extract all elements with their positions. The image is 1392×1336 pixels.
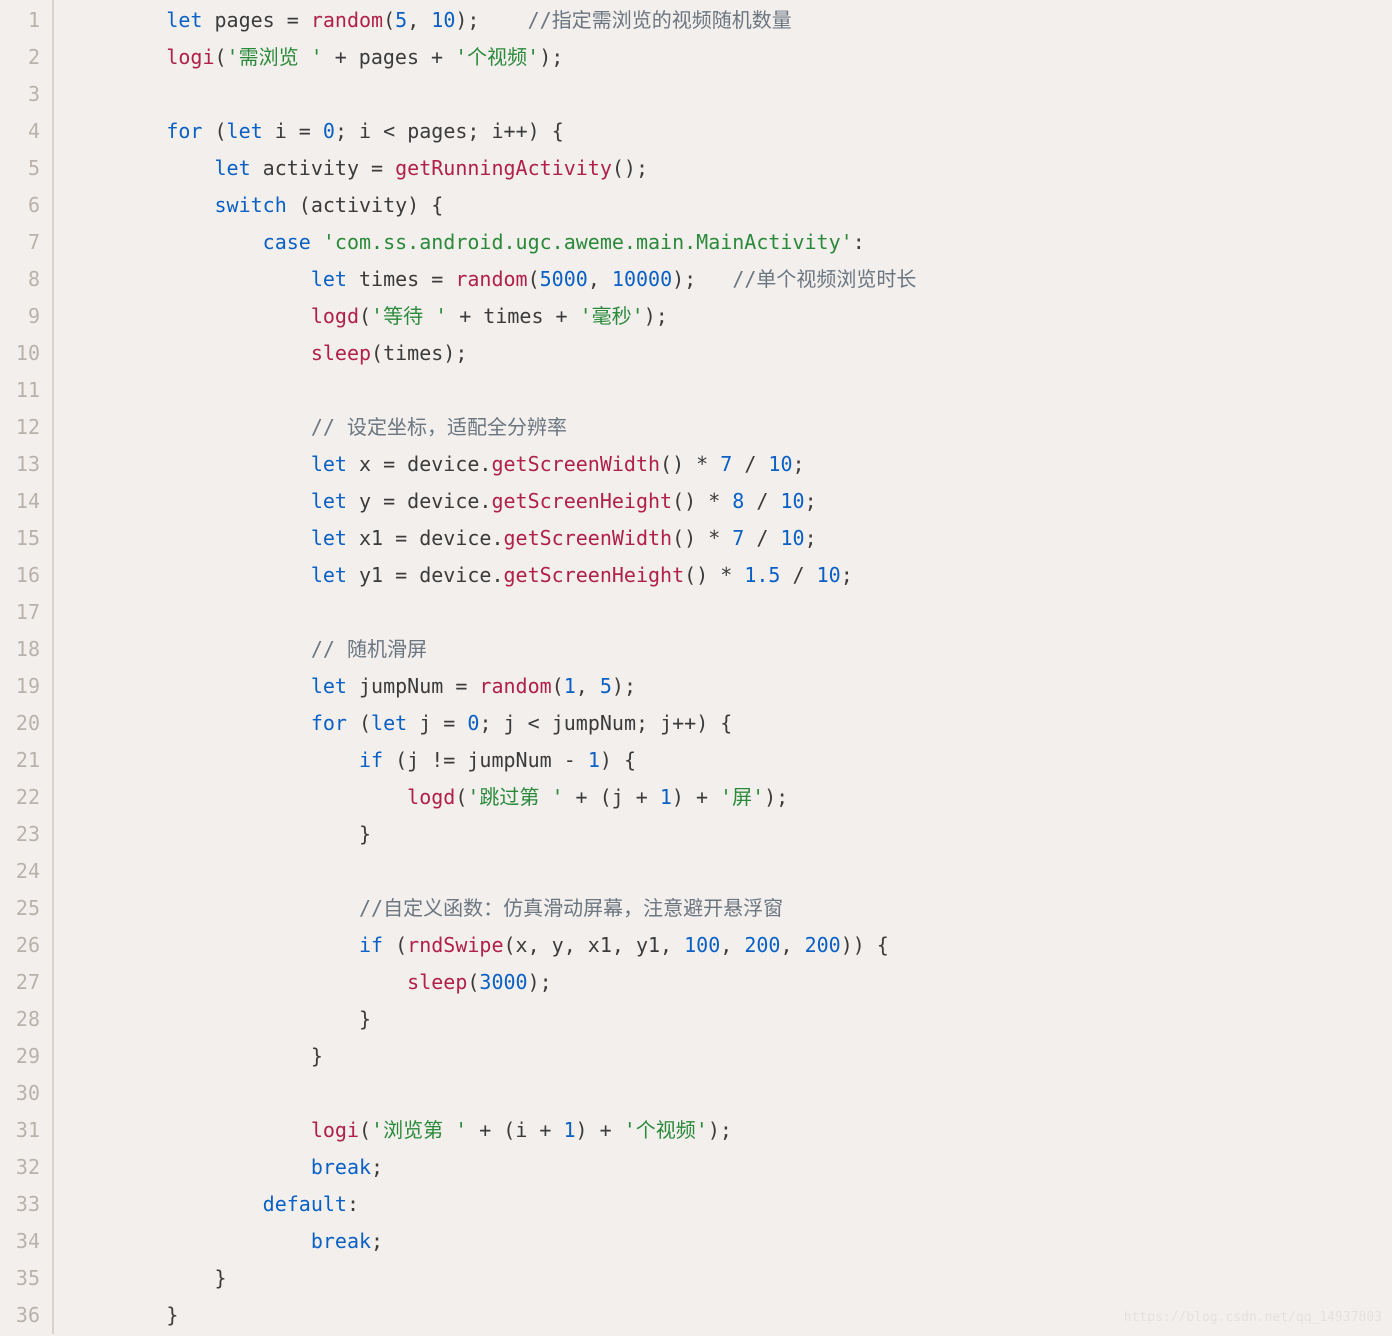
watermark-text: https://blog.csdn.net/qq_14937803: [1124, 1306, 1382, 1330]
line-number: 36: [0, 1297, 40, 1334]
line-number: 26: [0, 927, 40, 964]
code-line: }: [70, 1260, 916, 1297]
code-line: for (let j = 0; j < jumpNum; j++) {: [70, 705, 916, 742]
code-line: sleep(times);: [70, 335, 916, 372]
line-number: 22: [0, 779, 40, 816]
code-line: let y = device.getScreenHeight() * 8 / 1…: [70, 483, 916, 520]
code-block: 1234567891011121314151617181920212223242…: [0, 0, 1392, 1334]
code-line: [70, 853, 916, 890]
line-number: 11: [0, 372, 40, 409]
code-content: let pages = random(5, 10); //指定需浏览的视频随机数…: [54, 0, 916, 1334]
line-number: 12: [0, 409, 40, 446]
line-number: 30: [0, 1075, 40, 1112]
code-line: let activity = getRunningActivity();: [70, 150, 916, 187]
line-number: 16: [0, 557, 40, 594]
line-number: 33: [0, 1186, 40, 1223]
code-line: let times = random(5000, 10000); //单个视频浏…: [70, 261, 916, 298]
code-line: }: [70, 1001, 916, 1038]
code-line: for (let i = 0; i < pages; i++) {: [70, 113, 916, 150]
line-number: 14: [0, 483, 40, 520]
line-number: 8: [0, 261, 40, 298]
code-line: if (rndSwipe(x, y, x1, y1, 100, 200, 200…: [70, 927, 916, 964]
code-line: [70, 1075, 916, 1112]
code-line: sleep(3000);: [70, 964, 916, 1001]
code-line: let pages = random(5, 10); //指定需浏览的视频随机数…: [70, 2, 916, 39]
code-line: // 设定坐标，适配全分辨率: [70, 409, 916, 446]
code-line: //自定义函数：仿真滑动屏幕，注意避开悬浮窗: [70, 890, 916, 927]
line-number: 19: [0, 668, 40, 705]
code-line: }: [70, 816, 916, 853]
code-line: break;: [70, 1223, 916, 1260]
code-line: break;: [70, 1149, 916, 1186]
line-number: 9: [0, 298, 40, 335]
code-line: [70, 594, 916, 631]
line-number: 2: [0, 39, 40, 76]
line-number: 25: [0, 890, 40, 927]
line-number: 35: [0, 1260, 40, 1297]
code-line: if (j != jumpNum - 1) {: [70, 742, 916, 779]
line-number: 5: [0, 150, 40, 187]
line-number: 15: [0, 520, 40, 557]
line-number-gutter: 1234567891011121314151617181920212223242…: [0, 0, 54, 1334]
line-number: 29: [0, 1038, 40, 1075]
line-number: 31: [0, 1112, 40, 1149]
code-line: let jumpNum = random(1, 5);: [70, 668, 916, 705]
line-number: 3: [0, 76, 40, 113]
code-line: switch (activity) {: [70, 187, 916, 224]
code-line: let y1 = device.getScreenHeight() * 1.5 …: [70, 557, 916, 594]
code-line: logi('浏览第 ' + (i + 1) + '个视频');: [70, 1112, 916, 1149]
line-number: 1: [0, 2, 40, 39]
line-number: 28: [0, 1001, 40, 1038]
code-line: default:: [70, 1186, 916, 1223]
line-number: 27: [0, 964, 40, 1001]
code-line: case 'com.ss.android.ugc.aweme.main.Main…: [70, 224, 916, 261]
line-number: 6: [0, 187, 40, 224]
code-line: }: [70, 1038, 916, 1075]
code-line: [70, 76, 916, 113]
line-number: 13: [0, 446, 40, 483]
line-number: 4: [0, 113, 40, 150]
code-line: }: [70, 1297, 916, 1334]
line-number: 20: [0, 705, 40, 742]
code-line: let x = device.getScreenWidth() * 7 / 10…: [70, 446, 916, 483]
line-number: 17: [0, 594, 40, 631]
code-line: logi('需浏览 ' + pages + '个视频');: [70, 39, 916, 76]
code-line: // 随机滑屏: [70, 631, 916, 668]
code-line: logd('等待 ' + times + '毫秒');: [70, 298, 916, 335]
line-number: 34: [0, 1223, 40, 1260]
line-number: 7: [0, 224, 40, 261]
line-number: 23: [0, 816, 40, 853]
line-number: 24: [0, 853, 40, 890]
code-line: let x1 = device.getScreenWidth() * 7 / 1…: [70, 520, 916, 557]
line-number: 32: [0, 1149, 40, 1186]
line-number: 10: [0, 335, 40, 372]
line-number: 21: [0, 742, 40, 779]
line-number: 18: [0, 631, 40, 668]
code-line: [70, 372, 916, 409]
code-line: logd('跳过第 ' + (j + 1) + '屏');: [70, 779, 916, 816]
